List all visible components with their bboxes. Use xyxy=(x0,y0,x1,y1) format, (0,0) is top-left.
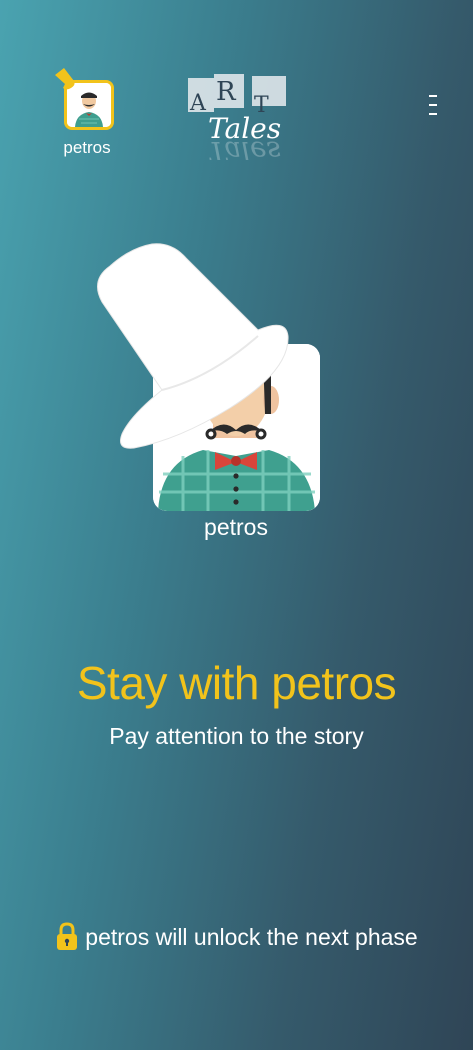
svg-text:R: R xyxy=(216,77,237,107)
art-tales-logo: A R T Tales Tales xyxy=(188,74,286,160)
small-hat-icon xyxy=(55,68,75,90)
page-subtitle: Pay attention to the story xyxy=(109,723,364,749)
unlock-status: petros will unlock the next phase xyxy=(0,922,473,958)
menu-button[interactable] xyxy=(420,90,446,120)
current-player-chip[interactable]: petros xyxy=(52,68,122,163)
app-header: petros A R T Tales Tales xyxy=(0,0,473,180)
top-hat-icon xyxy=(97,243,289,449)
featured-player-avatar xyxy=(90,240,330,520)
featured-player-name: petros xyxy=(204,514,268,540)
page-title: Stay with petros xyxy=(76,657,397,709)
svg-text:Tales: Tales xyxy=(208,135,281,160)
svg-text:A: A xyxy=(189,91,207,116)
unlock-message: petros will unlock the next phase xyxy=(85,923,418,950)
player-name-label: petros xyxy=(63,138,111,157)
vertical-dots-icon xyxy=(429,95,437,115)
lock-icon xyxy=(57,922,78,950)
